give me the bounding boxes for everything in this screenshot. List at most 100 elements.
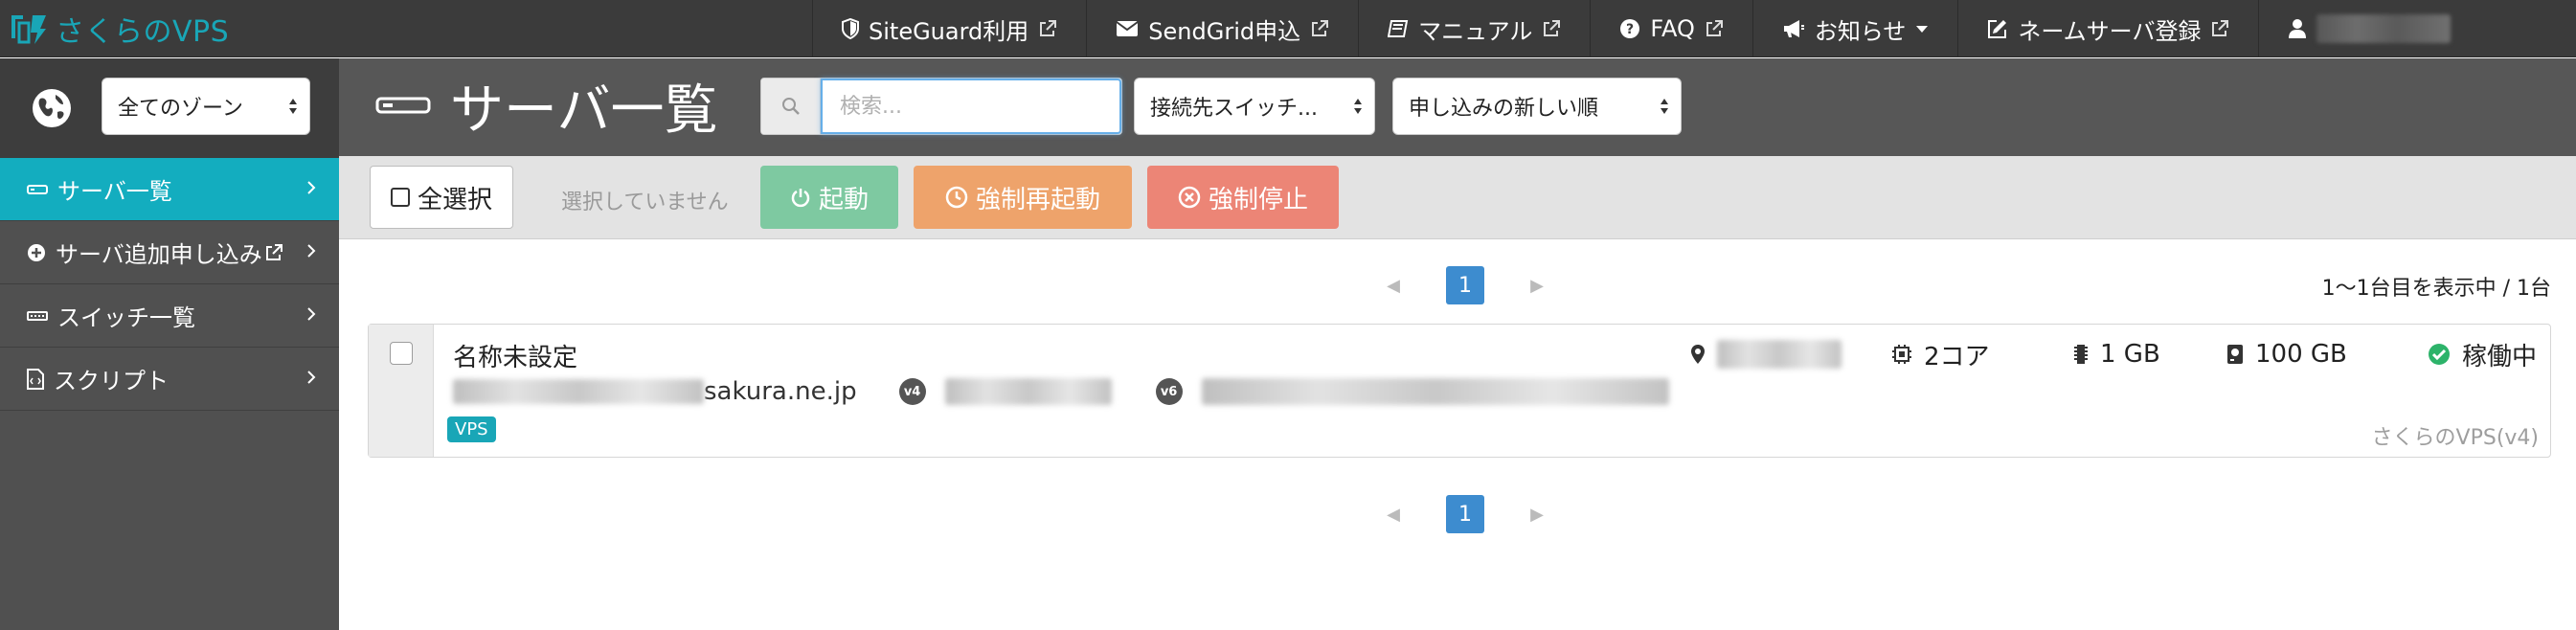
nav-manual[interactable]: マニュアル [1358, 0, 1590, 57]
prev-page-button[interactable]: ◀ [1379, 505, 1408, 525]
search-input[interactable] [821, 79, 1121, 134]
sort-select[interactable]: 申し込みの新しい順 [1392, 78, 1682, 135]
sidebar-item-label: スクリプト [54, 368, 169, 394]
sakura-logo-icon [11, 15, 46, 44]
plus-circle-icon [28, 243, 45, 261]
zone-select[interactable]: 全てのゾーン [102, 78, 310, 135]
zone-select-value: 全てのゾーン [118, 97, 243, 121]
edit-icon [1988, 20, 2007, 38]
sidebar-item-label: スイッチ一覧 [57, 304, 195, 331]
stop-circle-icon [1178, 186, 1201, 209]
server-address-row: sakura.ne.jp v4 v6 [453, 376, 1669, 407]
server-card[interactable]: 名称未設定 sakura.ne.jp v4 v6 VPS 2コア 1 GB 10… [368, 324, 2551, 458]
nav-siteguard[interactable]: SiteGuard利用 [812, 0, 1086, 57]
check-circle-icon [2429, 344, 2450, 365]
bullhorn-icon [1783, 20, 1804, 37]
chevron-right-icon [307, 307, 316, 321]
external-link-icon [1312, 20, 1329, 36]
checkbox-icon [390, 188, 410, 207]
chevron-right-icon [307, 244, 316, 258]
server-memory: 1 GB [2073, 340, 2160, 369]
start-label: 起動 [818, 185, 869, 214]
memory-value: 1 GB [2100, 340, 2160, 369]
brand-logo-link[interactable]: さくらのVPS [8, 8, 229, 50]
external-link-icon [265, 243, 282, 260]
power-icon [791, 189, 810, 208]
ipv6-address-redacted [1201, 378, 1669, 405]
cpu-icon [1892, 345, 1911, 364]
next-page-button[interactable]: ▶ [1523, 276, 1551, 296]
force-reboot-button[interactable]: 強制再起動 [914, 166, 1132, 229]
select-arrows-icon [1354, 99, 1362, 114]
nav-notices[interactable]: お知らせ [1751, 0, 1958, 57]
server-select-checkbox[interactable] [390, 342, 413, 365]
switch-select-value: 接続先スイッチ... [1150, 97, 1318, 121]
top-navbar: さくらのVPS SiteGuard利用 SendGrid申込 マニュアル ? F… [0, 0, 2576, 57]
vps-badge: VPS [447, 416, 496, 442]
switch-select[interactable]: 接続先スイッチ... [1134, 78, 1375, 135]
external-link-icon [1706, 20, 1723, 36]
page-title-wrap: サーバ一覧 [375, 72, 717, 142]
ipv4-address-redacted [944, 378, 1112, 405]
page-number-button[interactable]: 1 [1446, 266, 1484, 304]
sidebar-item-add-server[interactable]: サーバ追加申し込み [0, 221, 339, 284]
switch-icon [27, 310, 48, 321]
external-link-icon [1040, 20, 1057, 36]
disk-value: 100 GB [2255, 340, 2347, 369]
caret-down-icon [1916, 26, 1929, 33]
pagination-top: ◀ 1 ▶ [1379, 265, 1551, 305]
server-icon [375, 97, 431, 114]
start-button[interactable]: 起動 [760, 166, 898, 229]
hostname-redacted [453, 379, 704, 404]
svg-text:?: ? [1626, 22, 1634, 37]
next-page-button[interactable]: ▶ [1523, 505, 1551, 525]
user-icon [2289, 19, 2307, 38]
book-icon [1388, 20, 1409, 37]
sidebar: 全てのゾーン サーバ一覧 サーバ追加申し込み スイッチ一覧 スクリプト [0, 58, 339, 630]
script-icon [27, 368, 44, 390]
hostname-suffix: sakura.ne.jp [704, 377, 857, 406]
memory-icon [2074, 345, 2088, 364]
force-reboot-label: 強制再起動 [975, 185, 1100, 214]
external-link-icon [1544, 20, 1561, 36]
server-status: 稼働中 [2428, 340, 2538, 371]
sidebar-item-label: サーバ追加申し込み [56, 241, 262, 268]
nav-faq[interactable]: ? FAQ [1590, 0, 1752, 57]
select-all-button[interactable]: 全選択 [370, 166, 513, 229]
pagination-bottom: ◀ 1 ▶ [1379, 494, 1551, 534]
zone-redacted [1717, 340, 1842, 369]
zone-selector-row: 全てのゾーン [0, 58, 339, 158]
page-title: サーバ一覧 [450, 79, 718, 142]
shield-icon [842, 18, 859, 39]
brand-name: さくらのVPS [56, 15, 230, 49]
server-plan: さくらのVPS(v4) [2371, 426, 2539, 450]
reboot-icon [945, 186, 968, 209]
nav-sendgrid[interactable]: SendGrid申込 [1086, 0, 1358, 57]
search-addon [761, 79, 821, 134]
user-name-redacted [2316, 14, 2452, 43]
sort-select-value: 申し込みの新しい順 [1409, 97, 1599, 121]
ipv6-badge: v6 [1155, 378, 1183, 405]
nav-user-menu[interactable] [2258, 0, 2479, 57]
page-number-button[interactable]: 1 [1446, 495, 1484, 533]
sidebar-item-switches[interactable]: スイッチ一覧 [0, 284, 339, 348]
question-circle-icon: ? [1620, 19, 1640, 38]
status-value: 稼働中 [2462, 342, 2538, 371]
sidebar-item-scripts[interactable]: スクリプト [0, 348, 339, 411]
nav-label: SendGrid申込 [1148, 17, 1301, 45]
server-disk: 100 GB [2226, 340, 2347, 369]
ipv4-badge: v4 [898, 378, 926, 405]
sidebar-item-servers[interactable]: サーバ一覧 [0, 158, 339, 221]
result-range-text: 1〜1台目を表示中 / 1台 [2321, 277, 2551, 301]
prev-page-button[interactable]: ◀ [1379, 276, 1408, 296]
map-marker-icon [1691, 345, 1705, 364]
force-stop-button[interactable]: 強制停止 [1147, 166, 1339, 229]
force-stop-label: 強制停止 [1208, 185, 1308, 214]
chevron-right-icon [307, 371, 316, 384]
nav-label: FAQ [1650, 15, 1695, 42]
search-icon [781, 98, 800, 115]
nav-nameserver[interactable]: ネームサーバ登録 [1957, 0, 2258, 57]
search-box [760, 78, 1122, 135]
server-cpu: 2コア [1891, 340, 1990, 371]
select-arrows-icon [1661, 99, 1668, 114]
